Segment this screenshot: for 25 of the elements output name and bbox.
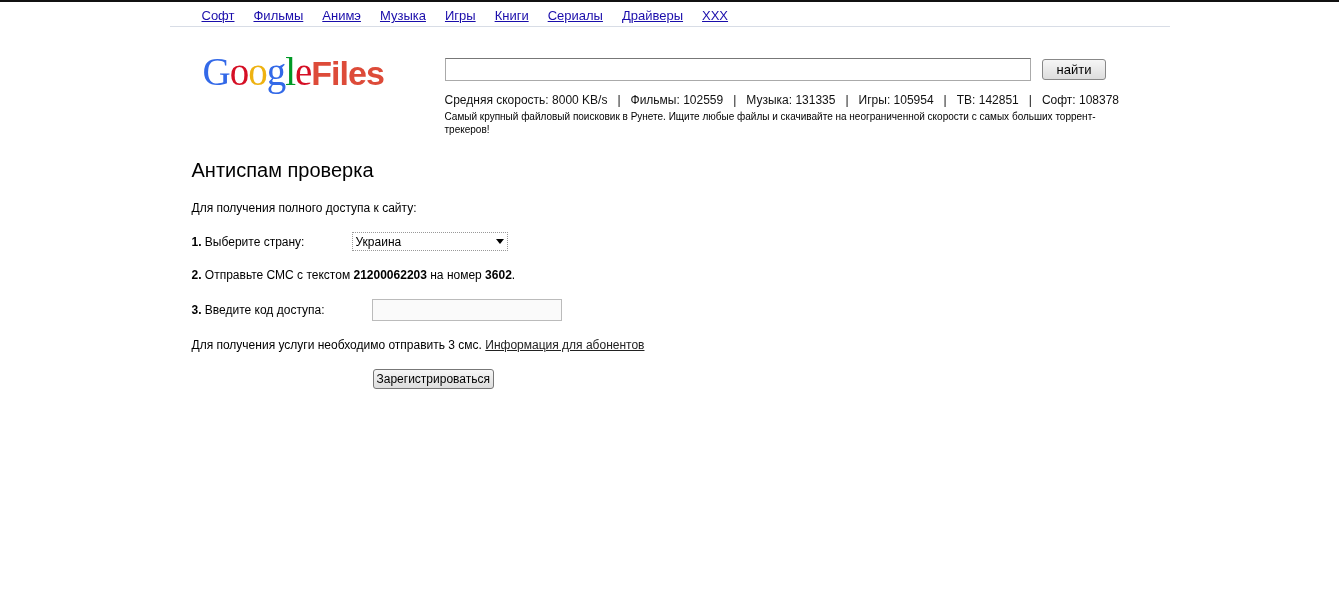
nav-link[interactable]: Анимэ — [322, 8, 361, 23]
step-label: 2. Отправьте СМС с текстом 21200062203 на номер 3602. — [191, 268, 516, 282]
nav-link[interactable]: XXX — [702, 8, 729, 23]
page-heading: Антиспам проверка — [191, 159, 375, 182]
nav-link[interactable]: Драйверы — [621, 8, 684, 23]
site-logo: GoogleFiles — [201, 49, 385, 96]
nav-link[interactable]: Игры — [444, 8, 476, 23]
step-label: 3. Введите код доступа: — [191, 303, 326, 317]
info-link[interactable]: Информация для абонентов — [485, 338, 645, 352]
note-text: Для получения услуги необходимо отправить 3 смс. — [191, 338, 482, 352]
country-select[interactable]: Украина — [351, 232, 508, 251]
intro-text: Для получения полного доступа к сайту: — [191, 201, 418, 215]
search-field[interactable] — [444, 58, 1031, 81]
nav-link[interactable]: Сериалы — [547, 8, 603, 23]
nav-link[interactable]: Фильмы — [253, 8, 304, 23]
caret-icon — [495, 239, 504, 244]
register-button[interactable]: Зарегистрироваться — [372, 369, 494, 389]
search-button[interactable]: найти — [1041, 59, 1107, 80]
nav-link[interactable]: Музыка — [379, 8, 426, 23]
nav-link[interactable]: Софт — [201, 8, 235, 23]
nav-link[interactable]: Книги — [494, 8, 529, 23]
access-code-field[interactable] — [371, 299, 562, 321]
stats-text: Средняя скорость: 8000 KB/s | Фильмы: 102559 | Музыка: 131335 | Игры: 105954 | ТВ: 142851 | Софт: 108378 — [444, 93, 1120, 107]
step-label: 1. Выберите страну: — [191, 234, 306, 249]
tagline-text: Самый крупный файловый поисковик в Рунете. Ищите любые файлы и скачивайте на неограниченной скорости с самых больших торрент-трекеров! — [444, 110, 1097, 136]
